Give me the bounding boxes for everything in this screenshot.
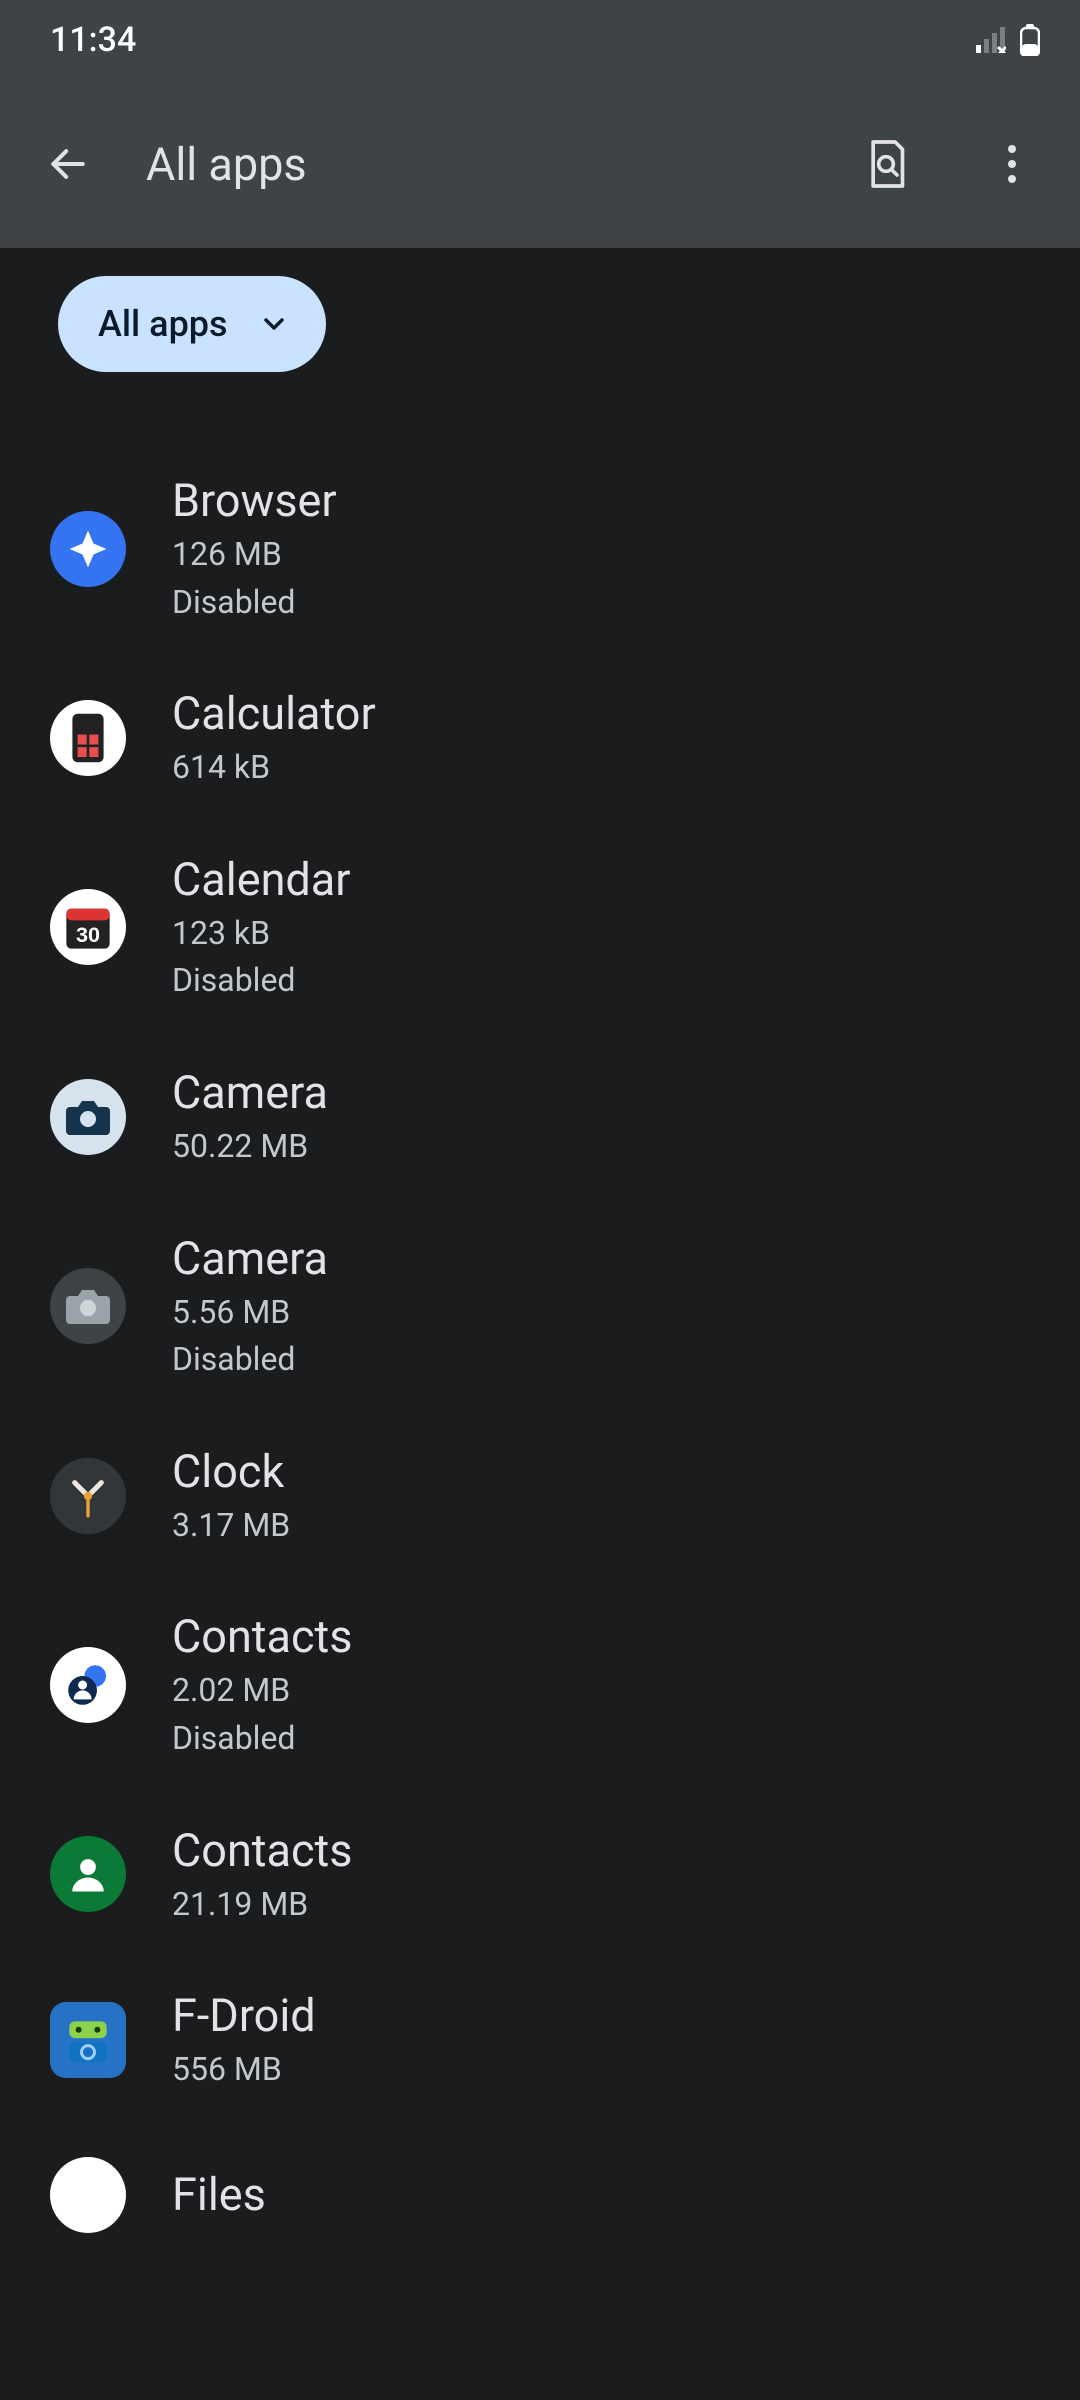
fdroid-icon [50,2002,126,2078]
status-time: 11:34 [50,20,136,60]
app-name: Contacts [172,1824,353,1878]
app-size: 126 MB [172,534,337,576]
app-name: Clock [172,1445,290,1499]
contacts-icon [50,1647,126,1723]
app-size: 2.02 MB [172,1670,353,1712]
filter-chip[interactable]: All apps [58,276,326,372]
app-size: 123 kB [172,913,351,955]
clock-icon [50,1458,126,1534]
app-size: 3.17 MB [172,1505,290,1547]
filter-label: All apps [98,303,228,345]
app-name: Browser [172,474,337,528]
contacts-icon [50,1836,126,1912]
signal-icon [976,27,1006,53]
status-bar: 11:34 [0,0,1080,80]
app-row-contacts[interactable]: Contacts 2.02 MB Disabled [0,1578,1080,1791]
app-name: Files [172,2168,266,2222]
app-status: Disabled [172,1718,353,1760]
app-row-clock[interactable]: Clock 3.17 MB [0,1413,1080,1579]
app-row-calculator[interactable]: Calculator 614 kB [0,655,1080,821]
app-list: Browser 126 MB Disabled Calculator 614 k… [0,372,1080,2267]
app-row-contacts2[interactable]: Contacts 21.19 MB [0,1792,1080,1958]
battery-icon [1020,24,1040,56]
app-name: Contacts [172,1610,353,1664]
calculator-icon [50,700,126,776]
calendar-icon: 30 [50,889,126,965]
app-row-files[interactable]: Files [0,2123,1080,2267]
arrow-left-icon [46,142,90,186]
camera-icon [50,1268,126,1344]
app-name: Camera [172,1066,328,1120]
app-name: Calculator [172,687,376,741]
page-title: All apps [146,138,808,191]
app-status: Disabled [172,582,337,624]
app-row-calendar[interactable]: 30 Calendar 123 kB Disabled [0,821,1080,1034]
app-bar: All apps [0,80,1080,248]
search-in-page-icon [864,140,908,188]
app-size: 614 kB [172,747,376,789]
app-row-camera2[interactable]: Camera 5.56 MB Disabled [0,1200,1080,1413]
more-options-button[interactable] [964,116,1060,212]
app-size: 50.22 MB [172,1126,328,1168]
app-status: Disabled [172,960,351,1002]
files-icon [50,2157,126,2233]
search-button[interactable] [838,116,934,212]
app-size: 21.19 MB [172,1884,353,1926]
app-name: Camera [172,1232,328,1286]
app-size: 556 MB [172,2049,316,2091]
back-button[interactable] [20,116,116,212]
camera-icon [50,1079,126,1155]
app-row-browser[interactable]: Browser 126 MB Disabled [0,442,1080,655]
more-vert-icon [1007,144,1017,184]
app-row-camera[interactable]: Camera 50.22 MB [0,1034,1080,1200]
chevron-down-icon [258,308,290,340]
app-name: F-Droid [172,1989,316,2043]
svg-text:30: 30 [76,922,100,947]
browser-icon [50,511,126,587]
app-row-fdroid[interactable]: F-Droid 556 MB [0,1957,1080,2123]
status-icons [976,24,1040,56]
app-size: 5.56 MB [172,1292,328,1334]
content: All apps Browser 126 MB Disabled [0,248,1080,2267]
app-name: Calendar [172,853,351,907]
app-status: Disabled [172,1339,328,1381]
